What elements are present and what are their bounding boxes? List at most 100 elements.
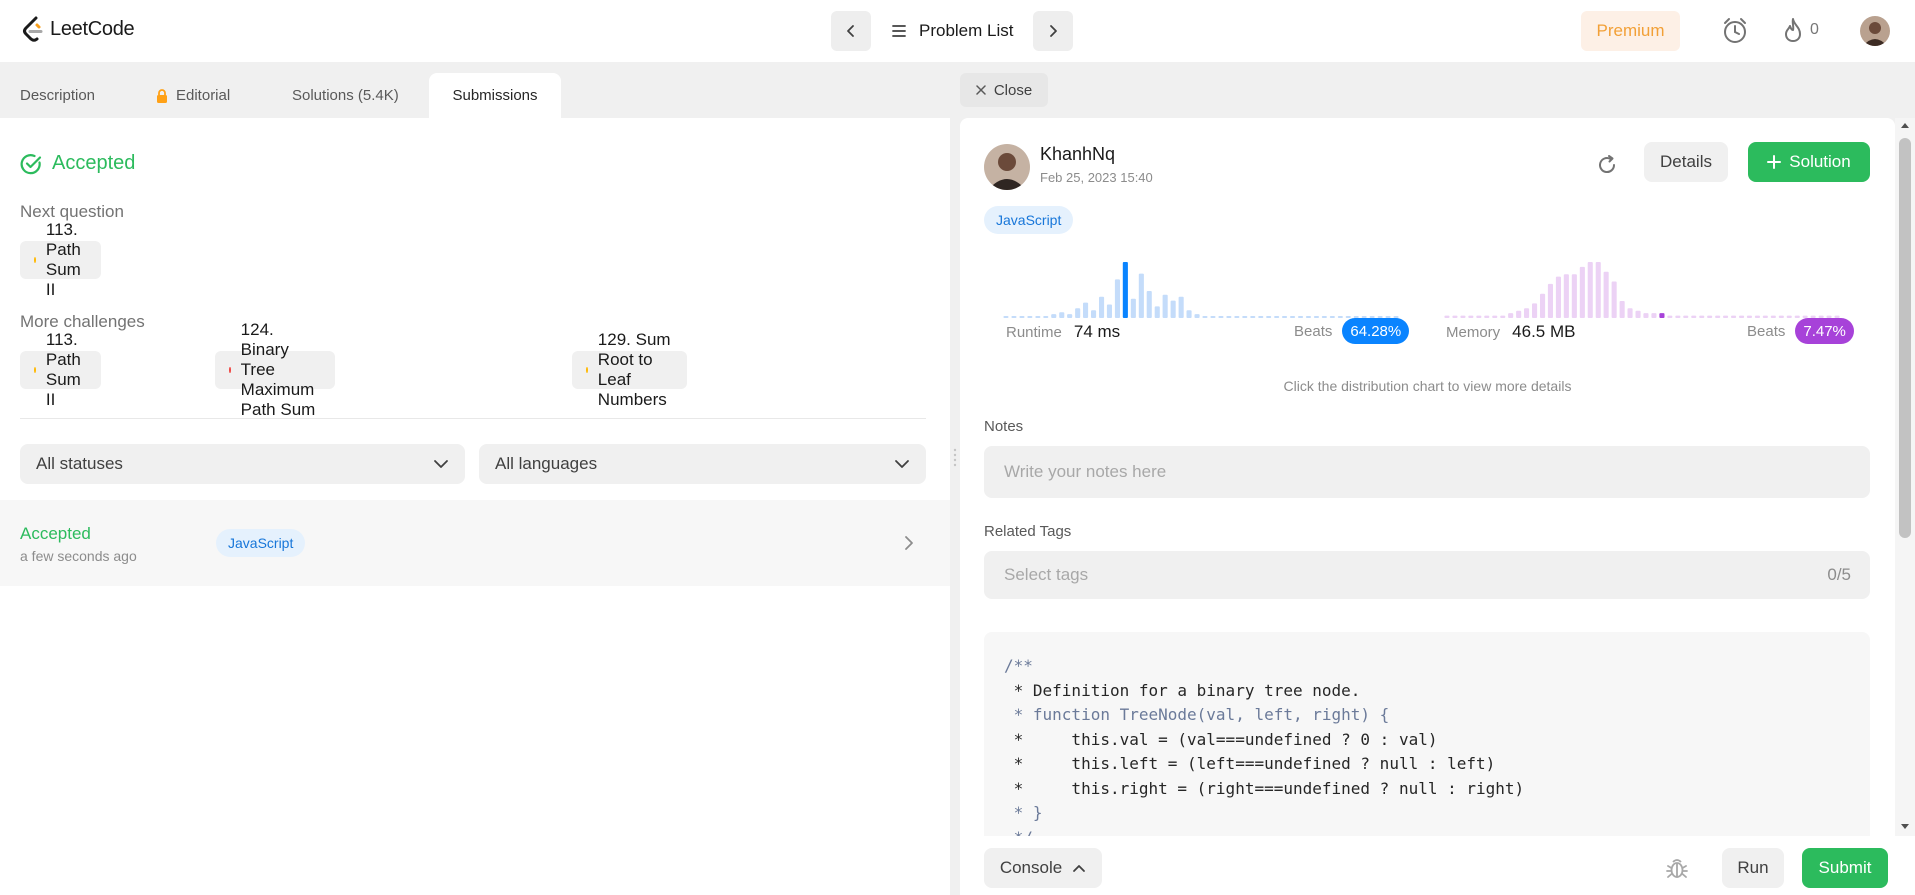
runtime-bar[interactable] [1099, 296, 1105, 318]
runtime-bar[interactable] [1027, 316, 1033, 318]
runtime-bar[interactable] [1083, 302, 1089, 318]
code-viewer[interactable]: /** * Definition for a binary tree node.… [984, 632, 1870, 836]
runtime-bar[interactable] [1162, 294, 1168, 318]
runtime-bar[interactable] [1218, 316, 1224, 318]
runtime-bar[interactable] [1226, 316, 1232, 318]
debug-button[interactable] [1666, 856, 1688, 885]
memory-distribution-chart[interactable] [1443, 258, 1841, 320]
challenge-chip[interactable]: 129. Sum Root to Leaf Numbers [572, 330, 687, 409]
runtime-bar[interactable] [1035, 316, 1041, 318]
submission-row[interactable]: Accepted a few seconds ago JavaScript [0, 500, 950, 586]
runtime-bar[interactable] [1019, 316, 1025, 318]
runtime-bar[interactable] [1091, 310, 1097, 318]
problem-list-button[interactable]: Problem List [871, 11, 1033, 51]
detail-scrollbar[interactable] [1895, 118, 1915, 836]
runtime-bar[interactable] [1146, 291, 1152, 318]
runtime-bar[interactable] [1266, 316, 1272, 318]
challenge-chip[interactable]: 113. Path Sum II [20, 330, 101, 409]
memory-bar[interactable] [1492, 315, 1498, 318]
notes-input[interactable] [984, 446, 1870, 498]
memory-bar[interactable] [1571, 274, 1577, 318]
share-button[interactable] [1592, 150, 1622, 180]
runtime-bar[interactable] [1075, 308, 1081, 318]
submitter-avatar[interactable] [984, 144, 1030, 190]
runtime-bar[interactable] [1210, 316, 1216, 318]
runtime-bar[interactable] [1282, 316, 1288, 318]
memory-bar[interactable] [1675, 315, 1681, 318]
tab-solutions[interactable]: Solutions (5.4K) [272, 73, 419, 118]
status-filter-dropdown[interactable]: All statuses [20, 444, 465, 484]
tags-select[interactable] [984, 551, 1870, 599]
memory-bar[interactable] [1643, 313, 1649, 318]
memory-bar[interactable] [1476, 315, 1482, 318]
memory-bar[interactable] [1555, 276, 1561, 318]
memory-bar[interactable] [1707, 315, 1713, 318]
next-question-chip[interactable]: 113. Path Sum II [20, 220, 101, 299]
post-solution-button[interactable]: Solution [1748, 142, 1870, 182]
memory-bar[interactable] [1500, 315, 1506, 318]
runtime-bar[interactable] [1258, 316, 1264, 318]
runtime-bar[interactable] [1114, 279, 1120, 318]
memory-bar[interactable] [1524, 308, 1530, 318]
memory-bar[interactable] [1739, 315, 1745, 318]
memory-bar[interactable] [1460, 315, 1466, 318]
memory-bar[interactable] [1731, 315, 1737, 318]
runtime-bar[interactable] [1234, 316, 1240, 318]
memory-bar[interactable] [1563, 274, 1569, 318]
tab-description[interactable]: Description [0, 73, 115, 118]
runtime-bar[interactable] [1178, 296, 1184, 318]
memory-bar[interactable] [1595, 262, 1601, 318]
memory-bar[interactable] [1452, 315, 1458, 318]
scrollbar-thumb[interactable] [1899, 138, 1911, 538]
submitter-name[interactable]: KhanhNq [1040, 144, 1115, 165]
runtime-bar[interactable] [1122, 262, 1128, 318]
leetcode-logo[interactable]: LeetCode [22, 16, 135, 42]
runtime-bar[interactable] [1059, 312, 1065, 318]
memory-bar[interactable] [1651, 313, 1657, 318]
runtime-bar[interactable] [1274, 316, 1280, 318]
memory-bar[interactable] [1667, 315, 1673, 318]
timer-button[interactable] [1722, 17, 1748, 50]
runtime-bar[interactable] [1043, 316, 1049, 318]
memory-bar[interactable] [1627, 308, 1633, 318]
memory-bar[interactable] [1683, 315, 1689, 318]
memory-bar[interactable] [1699, 315, 1705, 318]
tab-editorial[interactable]: Editorial [136, 73, 250, 118]
memory-bar[interactable] [1603, 271, 1609, 318]
memory-bar[interactable] [1444, 315, 1450, 318]
close-button[interactable]: Close [960, 73, 1048, 107]
memory-bar[interactable] [1508, 313, 1514, 318]
memory-bar[interactable] [1516, 310, 1522, 318]
submit-button[interactable]: Submit [1802, 848, 1888, 888]
memory-bar[interactable] [1484, 315, 1490, 318]
memory-bar[interactable] [1532, 303, 1538, 318]
runtime-bar[interactable] [1202, 316, 1208, 318]
memory-bar[interactable] [1587, 262, 1593, 318]
runtime-bar[interactable] [1051, 314, 1057, 318]
panel-resize-handle[interactable] [950, 62, 960, 895]
run-button[interactable]: Run [1722, 848, 1784, 888]
runtime-bar[interactable] [1242, 316, 1248, 318]
memory-bar[interactable] [1723, 315, 1729, 318]
tab-submissions[interactable]: Submissions [429, 73, 561, 118]
runtime-bar[interactable] [1106, 304, 1112, 319]
memory-bar[interactable] [1540, 293, 1546, 318]
console-toggle-button[interactable]: Console [984, 848, 1102, 888]
runtime-bar[interactable] [1194, 314, 1200, 318]
memory-bar[interactable] [1715, 315, 1721, 318]
user-avatar[interactable] [1860, 16, 1890, 46]
memory-bar[interactable] [1619, 301, 1625, 318]
memory-bar[interactable] [1659, 313, 1665, 318]
streak-counter[interactable]: 0 [1782, 17, 1819, 43]
runtime-distribution-chart[interactable] [1002, 258, 1400, 320]
language-filter-dropdown[interactable]: All languages [479, 444, 926, 484]
memory-bar[interactable] [1611, 281, 1617, 319]
challenge-chip[interactable]: 124. Binary Tree Maximum Path Sum [215, 320, 335, 419]
next-problem-button[interactable] [1033, 11, 1074, 51]
runtime-bar[interactable] [1250, 316, 1256, 318]
memory-bar[interactable] [1579, 266, 1585, 318]
details-button[interactable]: Details [1644, 142, 1728, 182]
runtime-bar[interactable] [1067, 314, 1073, 318]
runtime-bar[interactable] [1003, 316, 1009, 318]
runtime-bar[interactable] [1138, 273, 1144, 318]
